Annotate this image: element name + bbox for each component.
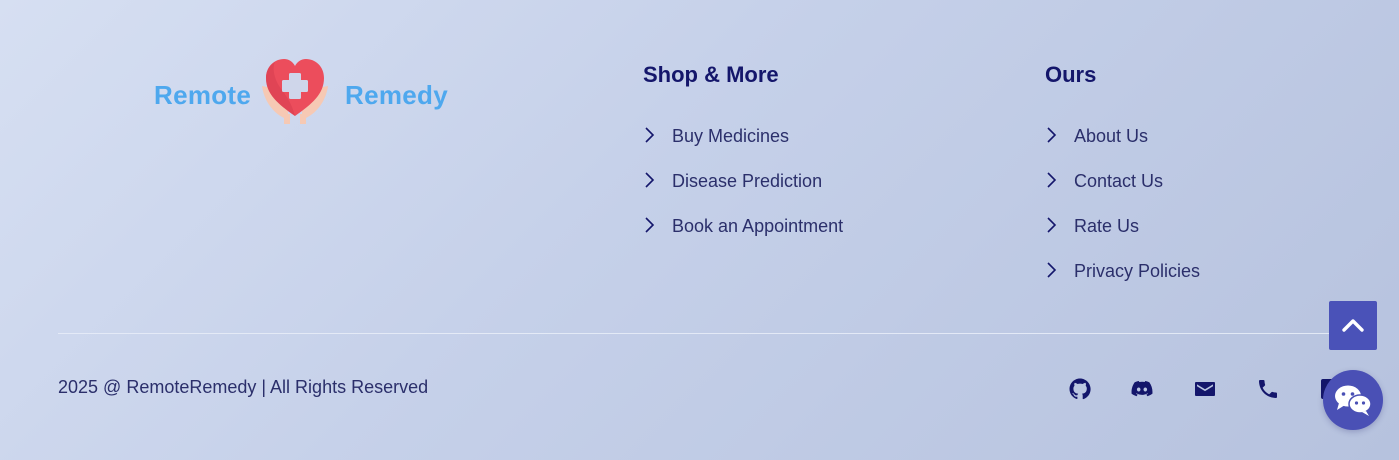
link-contact-us[interactable]: Contact Us — [1045, 169, 1200, 214]
heart-hands-cross-icon — [262, 59, 328, 124]
link-label: Rate Us — [1074, 216, 1140, 236]
link-label: Buy Medicines — [672, 126, 790, 146]
link-disease-prediction[interactable]: Disease Prediction — [643, 169, 843, 214]
shop-more-heading: Shop & More — [643, 62, 779, 87]
chevron-right-icon — [1047, 127, 1057, 143]
ours-heading: Ours — [1045, 62, 1097, 87]
chevron-right-icon — [645, 217, 655, 233]
chevron-right-icon — [1047, 217, 1057, 233]
link-label: About Us — [1074, 126, 1149, 146]
brand-name-left: Remote — [154, 80, 252, 110]
github-icon[interactable] — [1067, 376, 1093, 402]
chevron-right-icon — [645, 172, 655, 188]
site-footer: Remote Remedy Shop & More Buy Medicines … — [0, 0, 1399, 460]
link-label: Disease Prediction — [672, 171, 823, 191]
copyright-text: 2025 @ RemoteRemedy | All Rights Reserve… — [58, 377, 429, 397]
scroll-to-top-button[interactable] — [1329, 301, 1377, 350]
link-label: Contact Us — [1074, 171, 1164, 191]
chevron-up-icon — [1342, 318, 1364, 332]
link-label: Privacy Policies — [1074, 261, 1201, 281]
chevron-right-icon — [1047, 172, 1057, 188]
chevron-right-icon — [645, 127, 655, 143]
chevron-right-icon — [1047, 262, 1057, 278]
ours-links: About Us Contact Us Rate Us Privacy Poli… — [1045, 124, 1200, 304]
mail-icon[interactable] — [1192, 376, 1218, 402]
link-rate-us[interactable]: Rate Us — [1045, 214, 1200, 259]
discord-icon[interactable] — [1129, 376, 1155, 402]
link-label: Book an Appointment — [672, 216, 844, 236]
link-book-appointment[interactable]: Book an Appointment — [643, 214, 843, 259]
brand-logo[interactable]: Remote Remedy — [152, 56, 452, 126]
brand-name-right: Remedy — [345, 80, 448, 110]
chat-button[interactable] — [1323, 370, 1383, 430]
link-privacy-policies[interactable]: Privacy Policies — [1045, 259, 1200, 304]
link-buy-medicines[interactable]: Buy Medicines — [643, 124, 843, 169]
phone-icon[interactable] — [1255, 376, 1281, 402]
footer-divider — [58, 333, 1339, 334]
chat-bubbles-icon — [1335, 385, 1372, 416]
link-about-us[interactable]: About Us — [1045, 124, 1200, 169]
shop-more-links: Buy Medicines Disease Prediction Book an… — [643, 124, 843, 259]
